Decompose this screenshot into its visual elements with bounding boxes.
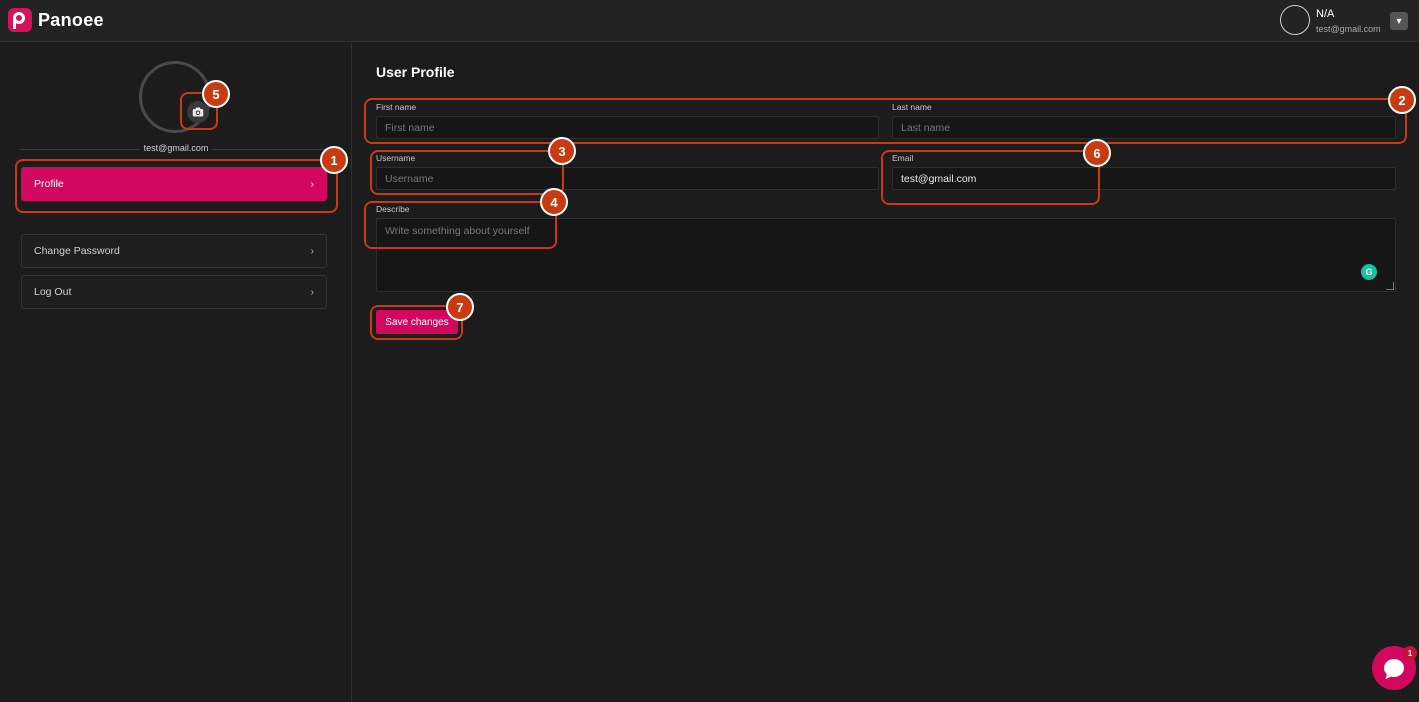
chevron-right-icon: › bbox=[310, 178, 314, 190]
email-field[interactable] bbox=[892, 167, 1396, 190]
chevron-down-icon[interactable]: ▾ bbox=[1390, 12, 1408, 30]
brand-name: Panoee bbox=[38, 9, 104, 30]
username-input[interactable] bbox=[376, 167, 879, 190]
grammarly-icon[interactable]: G bbox=[1361, 264, 1377, 280]
chat-bubble-icon bbox=[1384, 659, 1404, 677]
last-name-label: Last name bbox=[892, 102, 932, 112]
sidebar: test@gmail.com Profile › Change Password… bbox=[0, 43, 352, 702]
username-label: Username bbox=[376, 153, 416, 163]
annotation-badge-3: 3 bbox=[548, 137, 576, 165]
chevron-right-icon: › bbox=[310, 286, 314, 298]
resize-handle[interactable] bbox=[1386, 282, 1394, 290]
email-label: Email bbox=[892, 153, 914, 163]
first-name-label: First name bbox=[376, 102, 417, 112]
page-title: User Profile bbox=[376, 64, 455, 80]
logo[interactable]: Panoee bbox=[8, 8, 104, 32]
sidebar-item-label: Profile bbox=[34, 178, 64, 190]
annotation-badge-5: 5 bbox=[202, 80, 230, 108]
sidebar-item-log-out[interactable]: Log Out › bbox=[21, 275, 327, 309]
sidebar-item-label: Log Out bbox=[34, 286, 72, 298]
user-email: test@gmail.com bbox=[1316, 24, 1381, 34]
sidebar-email: test@gmail.com bbox=[0, 143, 352, 153]
user-avatar[interactable] bbox=[1280, 5, 1310, 35]
user-name: N/A bbox=[1316, 8, 1335, 20]
sidebar-item-profile[interactable]: Profile › bbox=[21, 167, 327, 201]
panoee-logo-icon bbox=[8, 8, 32, 32]
chat-unread-badge: 1 bbox=[1403, 646, 1417, 660]
annotation-badge-4: 4 bbox=[540, 188, 568, 216]
chevron-right-icon: › bbox=[310, 245, 314, 257]
describe-textarea[interactable] bbox=[376, 218, 1396, 292]
sidebar-item-label: Change Password bbox=[34, 245, 120, 257]
annotation-badge-7: 7 bbox=[446, 293, 474, 321]
sidebar-item-change-password[interactable]: Change Password › bbox=[21, 234, 327, 268]
annotation-badge-2: 2 bbox=[1388, 86, 1416, 114]
first-name-input[interactable] bbox=[376, 116, 879, 139]
last-name-input[interactable] bbox=[892, 116, 1396, 139]
describe-label: Describe bbox=[376, 204, 410, 214]
save-button[interactable]: Save changes bbox=[376, 310, 458, 334]
top-bar: Panoee N/A test@gmail.com ▾ bbox=[0, 0, 1419, 42]
annotation-badge-1: 1 bbox=[320, 146, 348, 174]
annotation-badge-6: 6 bbox=[1083, 139, 1111, 167]
